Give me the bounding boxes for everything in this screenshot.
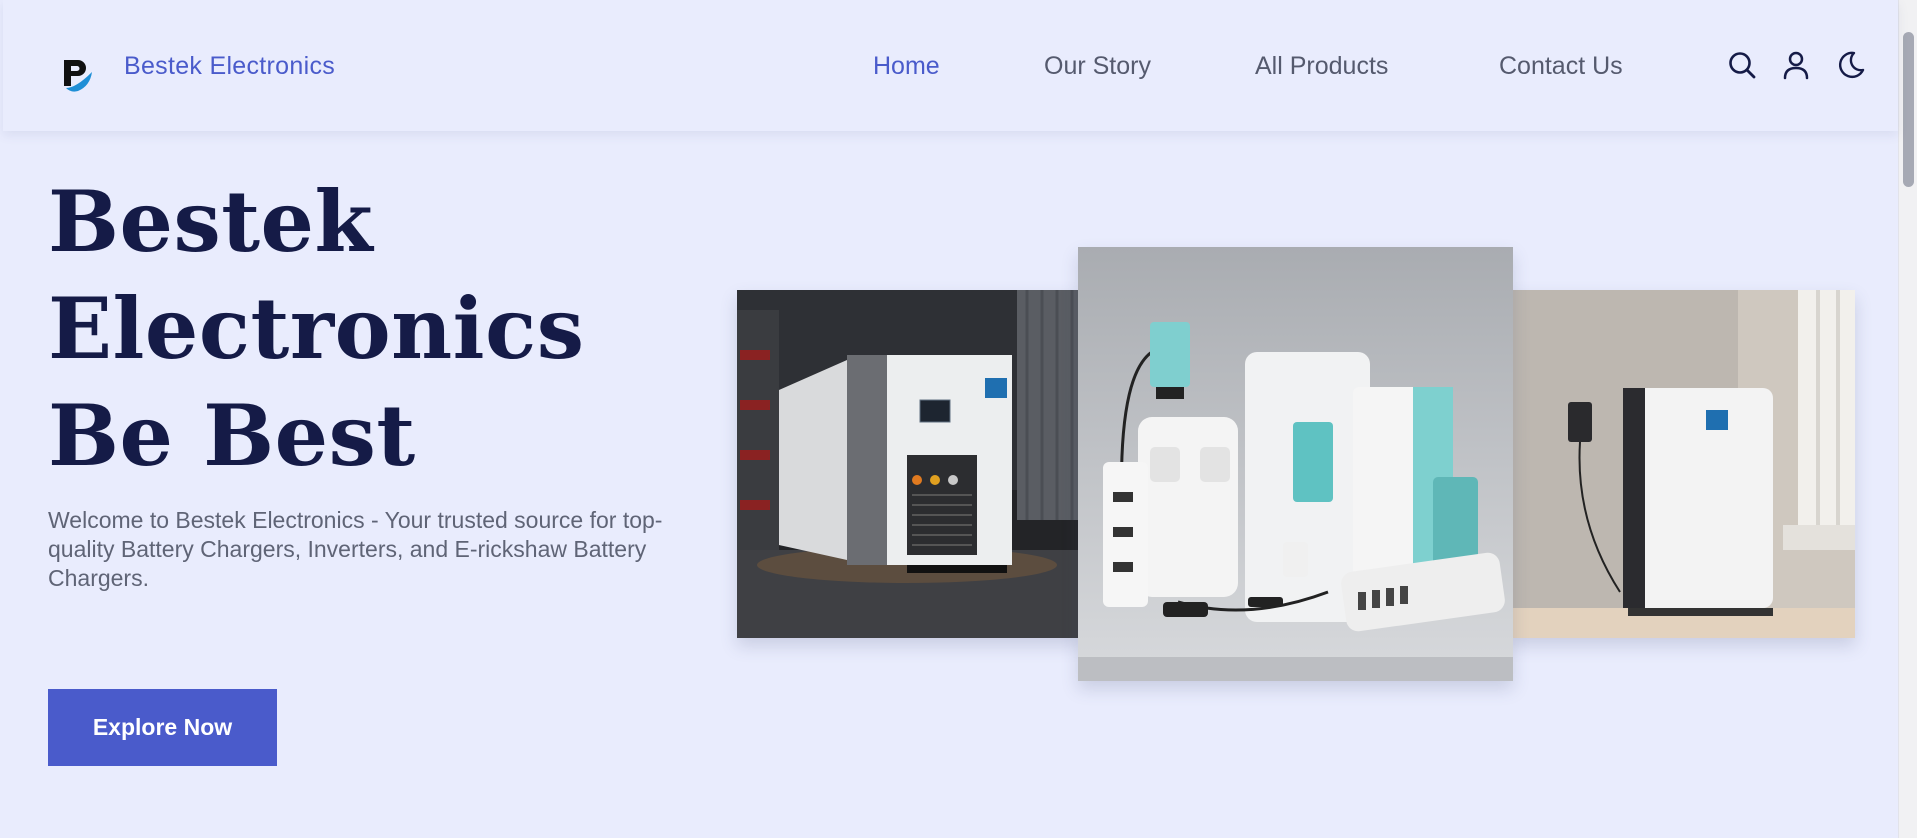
explore-now-button[interactable]: Explore Now (48, 689, 277, 766)
brand-name[interactable]: Bestek Electronics (124, 52, 335, 81)
moon-icon[interactable] (1836, 50, 1866, 80)
industrial-charger-image (737, 290, 1082, 638)
bestek-logo-icon[interactable] (60, 56, 94, 92)
site-header: Bestek Electronics Home Our Story All Pr… (3, 0, 1898, 131)
nav-all-products[interactable]: All Products (1255, 52, 1388, 81)
search-icon[interactable] (1727, 50, 1757, 80)
user-icon[interactable] (1781, 50, 1811, 80)
hero-title: Bestek Electronics Be Best (48, 168, 688, 489)
wall-battery-image (1508, 290, 1855, 638)
hero-title-line-2: Electronics (48, 279, 585, 378)
nav-home[interactable]: Home (873, 52, 940, 81)
nav-contact-us[interactable]: Contact Us (1499, 52, 1623, 81)
hero-title-line-1: Bestek (48, 172, 374, 271)
nav-our-story[interactable]: Our Story (1044, 52, 1151, 81)
page: Bestek Electronics Home Our Story All Pr… (3, 0, 1898, 838)
hero-title-line-3: Be Best (48, 386, 416, 485)
product-lineup-image (1078, 247, 1513, 681)
hero-subtitle: Welcome to Bestek Electronics - Your tru… (48, 507, 663, 591)
scrollbar-thumb[interactable] (1903, 32, 1914, 187)
scrollbar[interactable] (1898, 0, 1917, 838)
